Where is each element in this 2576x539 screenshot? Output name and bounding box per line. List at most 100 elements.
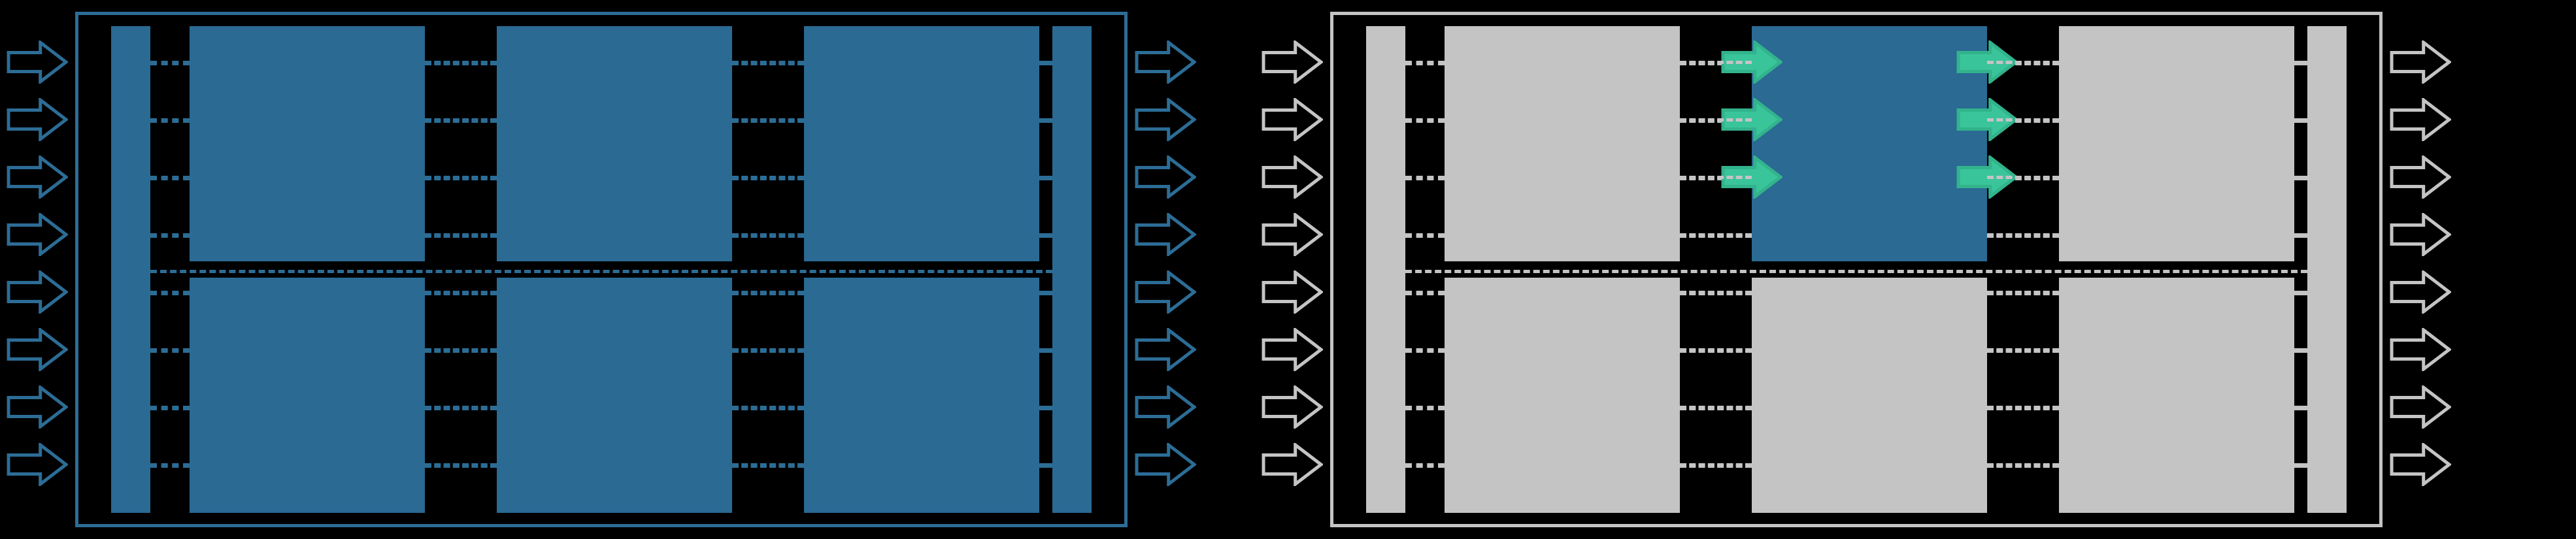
dash-lane-right — [2294, 118, 2307, 122]
dash-lane-right — [1405, 233, 1445, 237]
ext-arrow-right-left-3 — [1135, 213, 1196, 256]
ext-arrow-left-left-5 — [7, 328, 68, 371]
dash-lane-left — [150, 291, 190, 294]
cell-top-2-left — [804, 26, 1039, 261]
ext-arrow-left-right-5 — [1262, 328, 1323, 371]
dash-lane-left — [425, 348, 497, 351]
slender-left-left — [111, 26, 150, 513]
dash-lane-left — [150, 61, 190, 64]
dash-lane-left — [1039, 61, 1052, 64]
dash-lane-right — [1405, 406, 1445, 409]
ext-arrow-right-left-6 — [1135, 385, 1196, 429]
ext-arrow-right-left-5 — [1135, 328, 1196, 371]
ext-arrow-right-right-0 — [2390, 41, 2451, 84]
cell-bot-1-left — [497, 278, 732, 513]
dash-lane-right — [1680, 176, 1752, 179]
dash-lane-right — [2294, 348, 2307, 351]
ext-arrow-right-left-0 — [1135, 41, 1196, 84]
dash-lane-left — [425, 291, 497, 294]
dash-lane-left — [150, 348, 190, 351]
dash-lane-left — [1039, 118, 1052, 122]
dash-lane-right — [2294, 406, 2307, 409]
ext-arrow-right-left-4 — [1135, 270, 1196, 314]
dash-lane-right — [1987, 176, 2059, 179]
cell-bot-1-right — [1752, 278, 1987, 513]
ext-arrow-right-left-2 — [1135, 155, 1196, 199]
dash-lane-left — [732, 118, 804, 122]
dash-lane-left — [150, 463, 190, 466]
dash-lane-left — [150, 118, 190, 122]
dash-lane-right — [1987, 61, 2059, 64]
mid-dash-left — [150, 270, 1052, 273]
dash-lane-left — [732, 406, 804, 409]
dash-lane-left — [425, 233, 497, 237]
ext-arrow-left-left-2 — [7, 155, 68, 199]
ext-arrow-right-right-3 — [2390, 213, 2451, 256]
ext-arrow-right-right-6 — [2390, 385, 2451, 429]
dash-lane-right — [1405, 118, 1445, 122]
ext-arrow-left-right-4 — [1262, 270, 1323, 314]
dash-lane-left — [425, 118, 497, 122]
cell-bot-2-right — [2059, 278, 2294, 513]
mid-dash-right — [1405, 270, 2307, 273]
dash-lane-right — [1680, 233, 1752, 237]
dash-lane-right — [2294, 463, 2307, 466]
ext-arrow-right-right-1 — [2390, 98, 2451, 141]
cell-top-1-right — [1752, 26, 1987, 261]
ext-arrow-right-right-2 — [2390, 155, 2451, 199]
cell-top-0-right — [1445, 26, 1680, 261]
dash-lane-left — [150, 233, 190, 237]
dash-lane-right — [1987, 291, 2059, 294]
diagram-stage — [0, 0, 2576, 539]
dash-lane-right — [1680, 118, 1752, 122]
dash-lane-right — [1405, 291, 1445, 294]
ext-arrow-right-left-7 — [1135, 443, 1196, 486]
dash-lane-right — [1405, 463, 1445, 466]
ext-arrow-right-right-4 — [2390, 270, 2451, 314]
ext-arrow-right-right-5 — [2390, 328, 2451, 371]
dash-lane-left — [1039, 176, 1052, 179]
dash-lane-left — [150, 176, 190, 179]
dash-lane-left — [1039, 291, 1052, 294]
dash-lane-right — [1680, 61, 1752, 64]
slender-right-left — [1052, 26, 1092, 513]
dash-lane-right — [1405, 348, 1445, 351]
cell-bot-0-right — [1445, 278, 1680, 513]
dash-lane-right — [1987, 348, 2059, 351]
cell-top-2-right — [2059, 26, 2294, 261]
ext-arrow-left-right-6 — [1262, 385, 1323, 429]
ext-arrow-left-left-7 — [7, 443, 68, 486]
ext-arrow-left-left-3 — [7, 213, 68, 256]
slender-right-right — [2307, 26, 2347, 513]
dash-lane-left — [1039, 348, 1052, 351]
dash-lane-left — [1039, 406, 1052, 409]
dash-lane-right — [2294, 61, 2307, 64]
dash-lane-left — [732, 61, 804, 64]
dash-lane-left — [732, 348, 804, 351]
dash-lane-right — [2294, 176, 2307, 179]
dash-lane-right — [2294, 233, 2307, 237]
slender-left-right — [1366, 26, 1405, 513]
dash-lane-right — [1405, 176, 1445, 179]
ext-arrow-left-right-2 — [1262, 155, 1323, 199]
ext-arrow-left-left-0 — [7, 41, 68, 84]
dash-lane-right — [1987, 233, 2059, 237]
dash-lane-left — [732, 176, 804, 179]
ext-arrow-left-left-1 — [7, 98, 68, 141]
dash-lane-left — [1039, 463, 1052, 466]
dash-lane-right — [2294, 291, 2307, 294]
ext-arrow-left-right-1 — [1262, 98, 1323, 141]
ext-arrow-left-right-0 — [1262, 41, 1323, 84]
dash-lane-left — [1039, 233, 1052, 237]
dash-lane-left — [150, 406, 190, 409]
dash-lane-left — [732, 291, 804, 294]
dash-lane-right — [1987, 118, 2059, 122]
ext-arrow-left-left-4 — [7, 270, 68, 314]
dash-lane-right — [1680, 291, 1752, 294]
dash-lane-right — [1680, 463, 1752, 466]
dash-lane-left — [732, 233, 804, 237]
dash-lane-left — [732, 463, 804, 466]
dash-lane-right — [1987, 406, 2059, 409]
cell-bot-2-left — [804, 278, 1039, 513]
ext-arrow-left-right-3 — [1262, 213, 1323, 256]
